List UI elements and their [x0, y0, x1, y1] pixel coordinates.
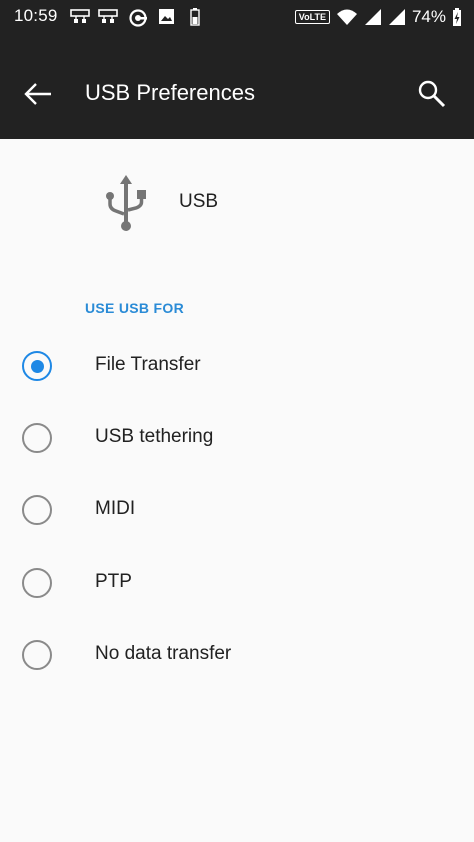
status-right-group: VoLTE 74%: [294, 6, 462, 28]
option-no-data-transfer[interactable]: No data transfer: [0, 619, 474, 691]
network-icon: [70, 9, 90, 23]
radio-button[interactable]: [22, 495, 52, 525]
usb-header: USB: [0, 139, 474, 269]
volte-badge: VoLTE: [294, 10, 330, 24]
search-button[interactable]: [410, 72, 454, 116]
option-ptp[interactable]: PTP: [0, 547, 474, 619]
option-label: No data transfer: [95, 643, 232, 664]
radio-button[interactable]: [22, 640, 52, 670]
option-file-transfer[interactable]: File Transfer: [0, 330, 474, 402]
option-label: PTP: [95, 571, 132, 592]
arrow-left-icon: [24, 83, 51, 105]
search-icon: [418, 80, 446, 108]
wifi-icon: [336, 9, 357, 25]
option-label: MIDI: [95, 498, 136, 519]
option-label: File Transfer: [95, 354, 201, 375]
battery-charging-icon: [453, 8, 461, 26]
usb-icon: [106, 175, 146, 231]
usb-label: USB: [179, 191, 219, 212]
battery-saver-icon: [190, 8, 200, 26]
signal-icon: [388, 9, 405, 25]
radio-button-checked[interactable]: [22, 351, 52, 381]
option-usb-tethering[interactable]: USB tethering: [0, 402, 474, 474]
image-icon: [159, 9, 174, 24]
battery-percent: 74%: [411, 7, 446, 26]
app-toolbar: USB Preferences: [0, 34, 474, 139]
back-button[interactable]: [16, 72, 60, 116]
vpn-key-icon: [129, 9, 147, 27]
option-midi[interactable]: MIDI: [0, 474, 474, 546]
signal-icon: [364, 9, 381, 25]
status-time: 10:59: [14, 6, 58, 25]
option-label: USB tethering: [95, 426, 214, 447]
radio-button[interactable]: [22, 568, 52, 598]
status-bar: 10:59 VoLTE 74%: [0, 0, 474, 34]
radio-button[interactable]: [22, 423, 52, 453]
page-title: USB Preferences: [85, 80, 255, 105]
section-header: USE USB FOR: [85, 300, 184, 316]
radio-dot: [30, 359, 44, 373]
network-icon: [98, 9, 118, 23]
